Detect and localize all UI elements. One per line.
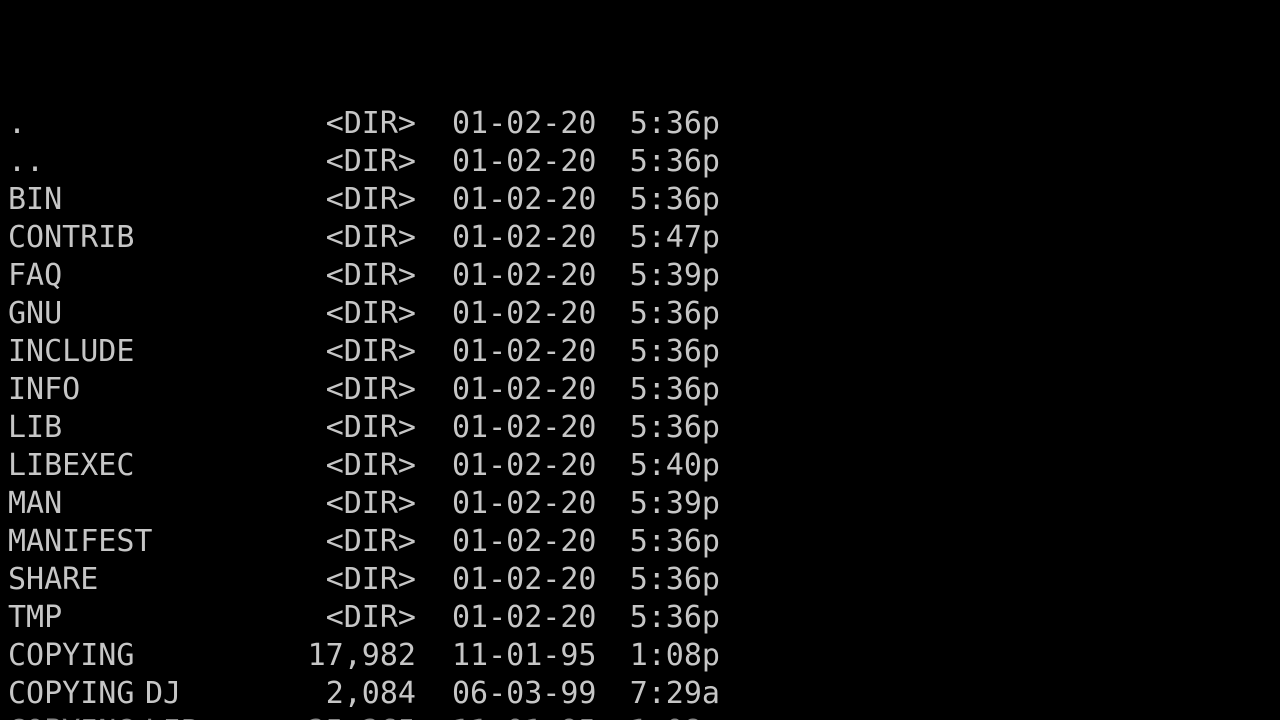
- entry-time: 5:36p: [629, 106, 720, 141]
- entry-size: 2,084: [325, 676, 416, 711]
- dir-marker: <DIR>: [325, 600, 416, 635]
- directory-row: CONTRIB <DIR> 01-02-20 5:47p: [0, 219, 1280, 257]
- dir-marker: <DIR>: [325, 296, 416, 331]
- entry-size: 17,982: [307, 638, 416, 673]
- entry-name: GNU: [8, 296, 63, 331]
- entry-name: INFO: [8, 372, 81, 407]
- directory-row: BIN <DIR> 01-02-20 5:36p: [0, 181, 1280, 219]
- entry-time: 5:40p: [629, 448, 720, 483]
- entry-name: COPYING: [8, 676, 135, 711]
- entry-time: 1:08p: [614, 713, 720, 720]
- directory-row: SHARE <DIR> 01-02-20 5:36p: [0, 561, 1280, 599]
- entry-time: 5:36p: [629, 410, 720, 445]
- entry-date: 01-02-20: [452, 448, 597, 483]
- entry-time: 5:36p: [629, 600, 720, 635]
- entry-time: 7:29a: [629, 676, 720, 711]
- dir-marker: <DIR>: [325, 486, 416, 521]
- entry-name: .: [8, 106, 27, 141]
- entry-name: TMP: [8, 600, 63, 635]
- directory-row: LIBEXEC <DIR> 01-02-20 5:40p: [0, 447, 1280, 485]
- entry-time: 5:36p: [629, 144, 720, 179]
- entry-date: 01-02-20: [452, 144, 597, 179]
- entry-name: CONTRIB: [8, 220, 135, 255]
- entry-extension: LIB: [145, 713, 268, 720]
- entry-name: INCLUDE: [8, 334, 135, 369]
- directory-row: INFO <DIR> 01-02-20 5:36p: [0, 371, 1280, 409]
- entry-time: 5:36p: [629, 296, 720, 331]
- entry-time: 5:36p: [629, 524, 720, 559]
- terminal-screen: . <DIR> 01-02-20 5:36p.. <DIR> 01-02-20 5:36p B…: [0, 0, 1280, 720]
- directory-row: LIB <DIR> 01-02-20 5:36p: [0, 409, 1280, 447]
- entry-size: 25,265: [268, 713, 416, 720]
- entry-name: COPYING: [8, 713, 145, 720]
- dir-marker: <DIR>: [325, 448, 416, 483]
- entry-time: 5:47p: [629, 220, 720, 255]
- directory-row: FAQ <DIR> 01-02-20 5:39p: [0, 257, 1280, 295]
- dir-marker: <DIR>: [325, 334, 416, 369]
- directory-listing: . <DIR> 01-02-20 5:36p.. <DIR> 01-02-20 5:36p B…: [0, 0, 1280, 720]
- directory-row: TMP <DIR> 01-02-20 5:36p: [0, 599, 1280, 637]
- directory-row: .. <DIR> 01-02-20 5:36p: [0, 143, 1280, 181]
- file-row: COPYING DJ 2,084 06-03-99 7:29a: [0, 675, 1280, 713]
- directory-row: . <DIR> 01-02-20 5:36p: [0, 105, 1280, 143]
- dir-marker: <DIR>: [325, 258, 416, 293]
- directory-row: MAN <DIR> 01-02-20 5:39p: [0, 485, 1280, 523]
- entry-date: 01-02-20: [452, 486, 597, 521]
- file-row: COPYING 17,982 11-01-95 1:08p: [0, 637, 1280, 675]
- entry-date: 01-02-20: [452, 372, 597, 407]
- entry-date: 01-02-20: [452, 182, 597, 217]
- entry-name: COPYING: [8, 638, 135, 673]
- directory-row: GNU <DIR> 01-02-20 5:36p: [0, 295, 1280, 333]
- entry-date: 01-02-20: [452, 410, 597, 445]
- entry-time: 5:39p: [629, 486, 720, 521]
- entry-name: BIN: [8, 182, 63, 217]
- entry-name: MAN: [8, 486, 63, 521]
- entry-time: 5:36p: [629, 372, 720, 407]
- dir-marker: <DIR>: [325, 372, 416, 407]
- entry-name: LIBEXEC: [8, 448, 135, 483]
- entry-date: 01-02-20: [452, 334, 597, 369]
- entry-time: 5:39p: [629, 258, 720, 293]
- dir-marker: <DIR>: [325, 410, 416, 445]
- dir-marker: <DIR>: [325, 220, 416, 255]
- entry-date: 06-03-99: [452, 676, 597, 711]
- entry-name: SHARE: [8, 562, 99, 597]
- entry-extension: DJ: [145, 676, 182, 711]
- entry-date: 01-02-20: [452, 600, 597, 635]
- entry-name: ..: [8, 144, 45, 179]
- file-row: COPYINGLIB25,265 11-01-951:08p: [0, 713, 1280, 720]
- dir-marker: <DIR>: [325, 106, 416, 141]
- entry-time: 5:36p: [629, 182, 720, 217]
- dir-marker: <DIR>: [325, 524, 416, 559]
- entry-time: 5:36p: [629, 334, 720, 369]
- entry-date: 01-02-20: [452, 524, 597, 559]
- entry-name: LIB: [8, 410, 63, 445]
- entry-date: 01-02-20: [452, 106, 597, 141]
- entry-date: 01-02-20: [452, 562, 597, 597]
- entry-name: FAQ: [8, 258, 63, 293]
- entry-date: 11-01-95: [452, 638, 597, 673]
- directory-row: INCLUDE <DIR> 01-02-20 5:36p: [0, 333, 1280, 371]
- dir-marker: <DIR>: [325, 562, 416, 597]
- entry-time: 5:36p: [629, 562, 720, 597]
- entry-name: MANIFEST: [8, 524, 153, 559]
- entry-date: 01-02-20: [452, 258, 597, 293]
- entry-date: 11-01-95: [452, 713, 614, 720]
- directory-row: MANIFEST <DIR> 01-02-20 5:36p: [0, 523, 1280, 561]
- dir-marker: <DIR>: [325, 144, 416, 179]
- entry-date: 01-02-20: [452, 296, 597, 331]
- dir-marker: <DIR>: [325, 182, 416, 217]
- entry-date: 01-02-20: [452, 220, 597, 255]
- entry-time: 1:08p: [629, 638, 720, 673]
